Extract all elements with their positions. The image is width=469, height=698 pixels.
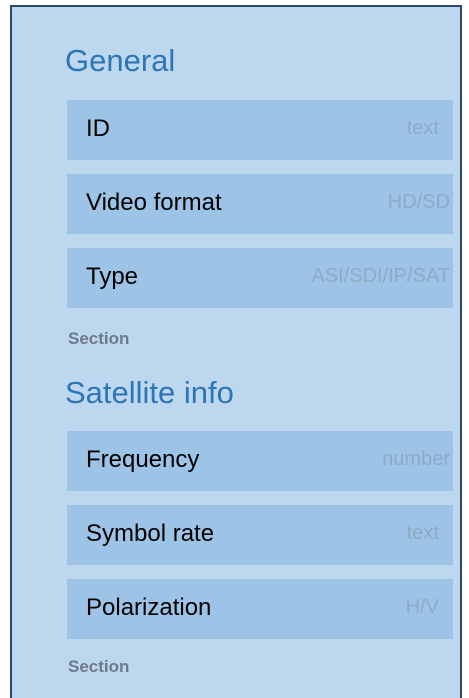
section-footer: Section [68, 657, 130, 676]
field-type: ASI/SDI/IP/SAT [311, 265, 450, 287]
field-type: text [406, 522, 439, 544]
field-label: ID [86, 115, 110, 142]
form-panel: General ID text Video format HD/SD Type … [10, 5, 462, 698]
field-id[interactable]: ID text [67, 100, 453, 160]
field-label: Polarization [86, 594, 212, 621]
section-footer: Section [68, 329, 130, 348]
field-type[interactable]: Type ASI/SDI/IP/SAT [67, 248, 453, 308]
field-label: Type [86, 263, 139, 290]
field-label: Frequency [86, 446, 200, 473]
field-type: number [382, 448, 450, 470]
section-title: General [65, 43, 176, 78]
field-type: HD/SD [387, 191, 450, 213]
field-type: H/V [405, 596, 439, 618]
field-label: Symbol rate [86, 520, 215, 547]
section-title: Satellite info [65, 375, 234, 410]
field-symbol-rate[interactable]: Symbol rate text [67, 505, 453, 565]
field-frequency[interactable]: Frequency number [67, 431, 453, 491]
field-video-format[interactable]: Video format HD/SD [67, 174, 453, 234]
field-type: text [406, 117, 439, 139]
field-polarization[interactable]: Polarization H/V [67, 579, 453, 639]
field-label: Video format [86, 189, 222, 216]
